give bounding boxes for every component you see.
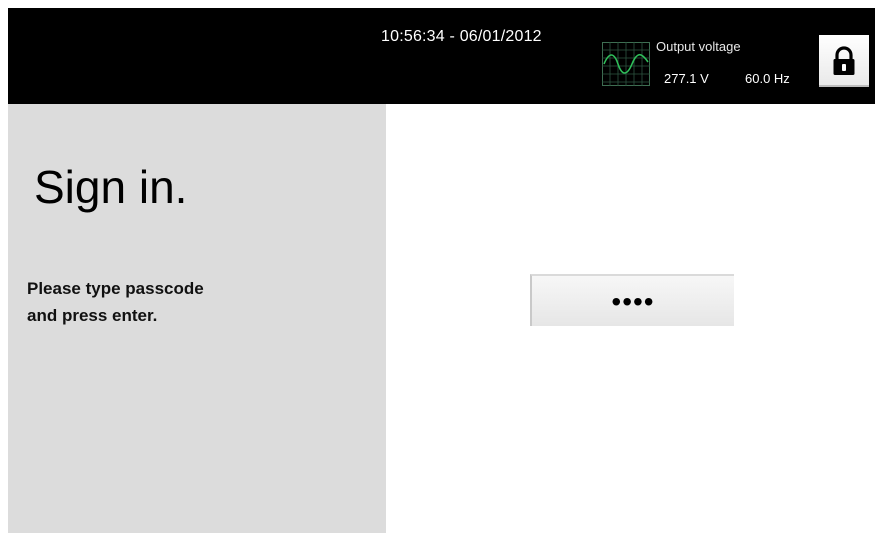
sign-in-panel: Sign in. Please type passcode and press … bbox=[8, 104, 386, 533]
instruction-line-1: Please type passcode bbox=[27, 279, 204, 298]
waveform-icon bbox=[602, 42, 650, 86]
datetime-display: 10:56:34 - 06/01/2012 bbox=[381, 28, 542, 45]
page-title: Sign in. bbox=[34, 161, 188, 213]
passcode-panel: •••• bbox=[386, 104, 875, 533]
lock-button[interactable] bbox=[819, 35, 869, 87]
output-voltage-label: Output voltage bbox=[656, 39, 741, 54]
frequency-value: 60.0 Hz bbox=[745, 71, 790, 86]
passcode-input[interactable]: •••• bbox=[530, 274, 734, 326]
status-bar: 10:56:34 - 06/01/2012 Output voltage 277… bbox=[8, 8, 875, 104]
voltage-value: 277.1 V bbox=[664, 71, 709, 86]
instruction-line-2: and press enter. bbox=[27, 306, 158, 325]
sign-in-instructions: Please type passcode and press enter. bbox=[27, 275, 204, 329]
lock-icon bbox=[833, 46, 855, 75]
sign-in-screen: 10:56:34 - 06/01/2012 Output voltage 277… bbox=[8, 8, 875, 533]
